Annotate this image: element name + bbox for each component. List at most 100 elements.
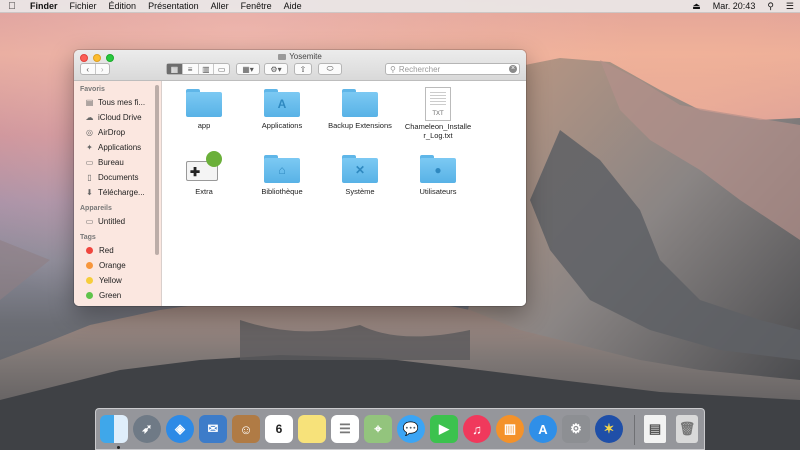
sidebar-item-applications[interactable]: ✦ Applications [74,140,161,155]
title-bar: Yosemite ‹ › ▦ ≡ ▥ ▭ ▦▾ ⚙▾ ⇧ ⬭ ⚲ Recherc… [74,50,526,81]
window-title-text: Yosemite [289,52,322,61]
file-name: Extra [195,187,213,196]
search-input[interactable]: ⚲ Rechercher × [385,63,520,75]
menu-edition[interactable]: Édition [103,1,143,11]
sidebar-item-label: Untitled [98,217,126,226]
sidebar-item-label: AirDrop [98,128,126,137]
list-view-icon[interactable]: ≡ [183,64,199,74]
share-button[interactable]: ⇧ [294,63,312,75]
app-store-icon[interactable]: A [529,415,557,443]
sidebar-item-untitled[interactable]: ▭ Untitled [74,214,161,229]
system-preferences-icon[interactable]: ⚙ [562,415,590,443]
sidebar-item-bureau[interactable]: ▭ Bureau [74,155,161,170]
mail-icon[interactable]: ✉ [199,415,227,443]
file-item-systeme[interactable]: ✕ Système [320,155,400,196]
sidebar-item-all-files[interactable]: ▤ Tous mes fi... [74,95,161,110]
green-tag-icon [86,292,93,299]
ibooks-icon[interactable]: ▥ [496,415,524,443]
eject-icon[interactable]: ⏏ [686,1,707,12]
sidebar-tag-red[interactable]: Red [74,243,161,258]
menu-clock[interactable]: Mar. 20:43 [707,1,762,11]
documents-icon: ▯ [87,173,92,182]
action-button[interactable]: ⚙▾ [264,63,288,75]
view-switcher: ▦ ≡ ▥ ▭ [166,63,230,75]
back-button[interactable]: ‹ [81,64,96,74]
share-icon: ⇧ [299,64,307,74]
menu-fenetre[interactable]: Fenêtre [235,1,278,11]
library-folder-icon: ⌂ [264,155,300,183]
safari-icon[interactable]: ◈ [166,415,194,443]
sidebar: Favoris ▤ Tous mes fi... ☁ iCloud Drive ◎ A… [74,81,162,306]
arrange-button[interactable]: ▦▾ [236,63,260,75]
spotlight-icon[interactable]: ⚲ [761,1,780,12]
launchpad-icon[interactable]: ➶ [133,415,161,443]
file-item-bibliotheque[interactable]: ⌂ Bibliothèque [242,155,322,196]
notification-center-icon[interactable]: ☰ [780,1,800,12]
file-item-app[interactable]: app [164,89,244,130]
apple-menu-icon[interactable]:  [0,1,24,12]
file-name-line-1: Chameleon_Installe [404,122,472,131]
sidebar-header-devices: Appareils [80,205,112,212]
file-item-extra[interactable]: ✚ Extra [164,151,244,196]
dock-separator [634,415,635,445]
file-item-chameleon-log[interactable]: TXT Chameleon_Installe r_Log.txt [398,87,478,140]
tags-button[interactable]: ⬭ [318,63,342,75]
sidebar-header-favorites: Favoris [80,86,105,93]
reminders-icon[interactable]: ☰ [331,415,359,443]
airdrop-icon: ◎ [86,128,93,137]
menu-bar:  Finder Fichier Édition Présentation Al… [0,0,800,13]
document-icon[interactable]: ▤ [644,415,666,443]
file-browser: app A Applications Backup Extensions TXT… [163,81,526,306]
column-view-icon[interactable]: ▥ [199,64,215,74]
icon-view-icon[interactable]: ▦ [167,64,183,74]
maps-icon[interactable]: ⌖ [364,415,392,443]
sidebar-item-label: Applications [98,143,142,152]
sidebar-tag-yellow[interactable]: Yellow [74,273,161,288]
sidebar-scrollbar[interactable] [155,85,159,255]
menu-aide[interactable]: Aide [278,1,308,11]
sidebar-tag-green[interactable]: Green [74,288,161,303]
facetime-icon[interactable]: ▶ [430,415,458,443]
sidebar-item-icloud[interactable]: ☁ iCloud Drive [74,110,161,125]
itunes-icon[interactable]: ♫ [463,415,491,443]
file-name: Système [345,187,375,196]
finder-icon[interactable] [100,415,128,443]
calendar-icon[interactable]: 6 [265,415,293,443]
file-item-applications[interactable]: A Applications [242,89,322,130]
sidebar-item-label: Télécharge... [98,188,145,197]
notes-icon[interactable] [298,415,326,443]
all-files-icon: ▤ [85,98,94,107]
dock: ➶ ◈ ✉ ☺ 6 ☰ ⌖ 💬 ▶ ♫ ▥ A ⚙ ✶ ▤ 🗑 [95,408,705,450]
sidebar-item-label: Orange [99,261,126,270]
chameleon-wizard-icon[interactable]: ✶ [595,415,623,443]
search-icon: ⚲ [390,64,396,74]
sidebar-item-downloads[interactable]: ⬇ Télécharge... [74,185,161,200]
sidebar-item-label: iCloud Drive [98,113,142,122]
downloads-icon: ⬇ [86,188,93,197]
nav-buttons: ‹ › [80,63,110,75]
file-name: Applications [261,121,303,130]
clear-search-icon[interactable]: × [509,65,517,73]
sidebar-item-label: Yellow [99,276,122,285]
sidebar-item-documents[interactable]: ▯ Documents [74,170,161,185]
text-document-icon: TXT [425,87,451,121]
tag-icon: ⬭ [326,64,334,73]
sidebar-tag-orange[interactable]: Orange [74,258,161,273]
gear-icon: ⚙▾ [270,64,282,74]
menu-presentation[interactable]: Présentation [142,1,205,11]
file-item-utilisateurs[interactable]: ● Utilisateurs [398,155,478,196]
coverflow-view-icon[interactable]: ▭ [214,64,229,74]
sidebar-item-label: Documents [98,173,139,182]
sidebar-item-airdrop[interactable]: ◎ AirDrop [74,125,161,140]
file-item-backup-extensions[interactable]: Backup Extensions [320,89,400,130]
menu-aller[interactable]: Aller [205,1,235,11]
menu-finder[interactable]: Finder [24,1,64,11]
contacts-icon[interactable]: ☺ [232,415,260,443]
applications-icon: ✦ [86,143,93,152]
messages-icon[interactable]: 💬 [397,415,425,443]
calendar-day-label: 6 [275,422,283,436]
trash-icon[interactable]: 🗑 [676,415,698,443]
menu-fichier[interactable]: Fichier [64,1,103,11]
arrange-icon: ▦▾ [242,64,254,74]
forward-button[interactable]: › [96,64,110,74]
